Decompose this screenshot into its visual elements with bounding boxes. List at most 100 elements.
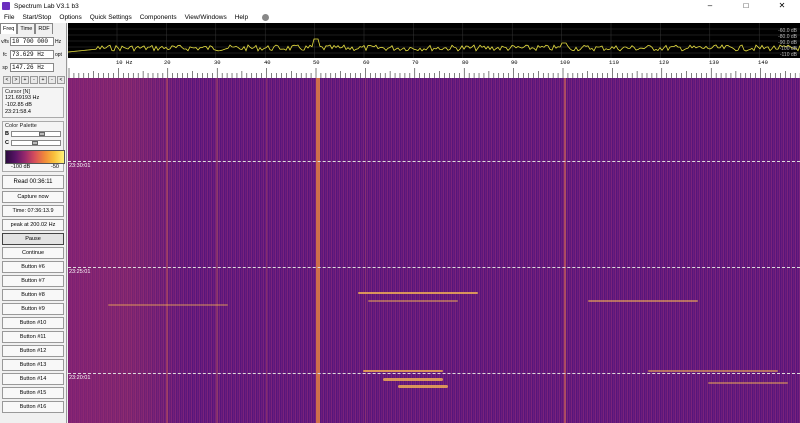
brightness-slider[interactable] [10,131,61,137]
read-button[interactable]: Read 00:36:11 [2,175,64,189]
step-button[interactable]: < [57,76,65,84]
opt-button[interactable]: opt [55,52,62,58]
button-16[interactable]: Button #16 [2,401,64,413]
step-button[interactable]: + [21,76,29,84]
brightness-slider-thumb[interactable] [39,132,46,136]
color-palette-bar[interactable] [5,150,65,164]
axis-tick-label: 20 [164,59,171,66]
freq-row-vfs: v/fs 10 700 000 Hz [0,36,66,47]
menu-start-stop[interactable]: Start/Stop [18,14,55,21]
freq-unit: Hz [55,38,62,45]
signal-streak [363,370,443,372]
axis-tick-label: 60 [363,59,370,66]
axis-tick-label: 80 [462,59,469,66]
menu-help[interactable]: Help [231,14,252,21]
button-14[interactable]: Button #14 [2,373,64,385]
panel-tabs: Freq Time RDF [0,23,66,34]
capture-now-button[interactable]: Capture now [2,191,64,203]
time-button[interactable]: Time: 07:36:13.9 [2,205,64,217]
button-8[interactable]: Button #8 [2,289,64,301]
button-7[interactable]: Button #7 [2,275,64,287]
waterfall-display[interactable]: 23:30:01 23:25:01 23:20:01 [68,78,800,423]
step-button[interactable]: - [30,76,38,84]
cursor-freq: 121.69193 Hz [5,95,40,101]
button-11[interactable]: Button #11 [2,331,64,343]
menu-file[interactable]: File [0,14,18,21]
brightness-row: B [5,130,61,138]
button-list: Read 00:36:11 Capture now Time: 07:36:13… [0,175,66,413]
signal-line-50hz [316,78,320,423]
minimize-button[interactable]: – [692,0,728,12]
axis-tick-label: 120 [659,59,669,66]
menu-quick-settings[interactable]: Quick Settings [86,14,136,21]
time-marker-label: 23:25:01 [69,269,91,275]
signal-line-20hz [166,78,168,423]
palette-title: Color Palette [5,123,37,129]
button-15[interactable]: Button #15 [2,387,64,399]
freq-row-fc: fc 73.629 Hz opt [0,49,66,60]
cursor-level: -102.85 dB [5,102,32,108]
continue-button[interactable]: Continue [2,247,64,259]
axis-tick-label: 110 [609,59,619,66]
contrast-slider[interactable] [10,140,61,146]
app-icon [2,2,10,10]
palette-scale: -100 dB -50 [5,164,65,170]
span-input[interactable]: 147.26 Hz [10,63,54,72]
tab-rdf[interactable]: RDF [35,23,53,34]
freq-label: sp [2,64,8,71]
menu-options[interactable]: Options [55,14,85,21]
freq-label: v/fs [1,38,9,45]
palette-max-label: -50 [51,164,59,170]
status-dot-icon [262,14,270,21]
axis-tick-label: 100 [560,59,570,66]
spectrum-db-labels: -60.0 dB -80.0 dB -90.0 dB -100 dB -110 … [778,28,798,58]
contrast-row: C [5,139,61,147]
pause-button[interactable]: Pause [2,233,64,245]
axis-tick-label: 30 [214,59,221,66]
left-control-panel: Freq Time RDF v/fs 10 700 000 Hz fc 73.6… [0,23,67,423]
menu-view-windows[interactable]: View/Windows [181,14,231,21]
signal-line-40hz [266,78,267,423]
signal-line-30hz [216,78,218,423]
button-13[interactable]: Button #13 [2,359,64,371]
tab-time[interactable]: Time [17,23,36,34]
time-marker-label: 23:20:01 [69,375,91,381]
time-marker-label: 23:30:01 [69,163,91,169]
signal-streak [383,378,443,381]
axis-tick-label: 10 Hz [116,59,133,66]
button-9[interactable]: Button #9 [2,303,64,315]
axis-tick-label: 50 [313,59,320,66]
step-button[interactable]: + [39,76,47,84]
button-10[interactable]: Button #10 [2,317,64,329]
axis-tick-label: 140 [758,59,768,66]
peak-button[interactable]: peak at 200.02 Hz [2,219,64,231]
maximize-button[interactable]: □ [728,0,764,12]
button-12[interactable]: Button #12 [2,345,64,357]
button-6[interactable]: Button #6 [2,261,64,273]
center-freq-input[interactable]: 73.629 Hz [10,50,54,59]
axis-tick-label: 90 [511,59,518,66]
signal-streak [708,382,788,384]
spectrum-plot[interactable]: -60.0 dB -80.0 dB -90.0 dB -100 dB -110 … [68,23,800,58]
frequency-axis[interactable]: 10 Hz 20 30 40 50 60 70 80 90 100 110 12… [68,58,800,78]
title-bar: Spectrum Lab V3.1 b3 – □ ✕ [0,0,800,12]
freq-label: fc [3,51,7,58]
step-button[interactable]: < [3,76,11,84]
tab-freq[interactable]: Freq [0,23,18,34]
cursor-readout: Cursor [N] 121.69193 Hz -102.85 dB 23:21… [2,87,64,118]
contrast-slider-thumb[interactable] [32,141,39,145]
step-button[interactable]: > [12,76,20,84]
axis-tick-label: 40 [264,59,271,66]
time-marker-line [68,373,800,374]
close-button[interactable]: ✕ [764,0,800,12]
palette-min-label: -100 dB [11,164,31,170]
menu-components[interactable]: Components [136,14,181,21]
signal-streak [108,304,228,306]
menu-bar: File Start/Stop Options Quick Settings C… [0,12,800,23]
signal-streak [648,370,778,372]
axis-minor-ticks [68,68,800,78]
spectrum-grid [68,23,800,58]
freq-arrow-buttons: < > + - + - < [0,76,66,84]
vfs-input[interactable]: 10 700 000 [10,37,54,46]
step-button[interactable]: - [48,76,56,84]
